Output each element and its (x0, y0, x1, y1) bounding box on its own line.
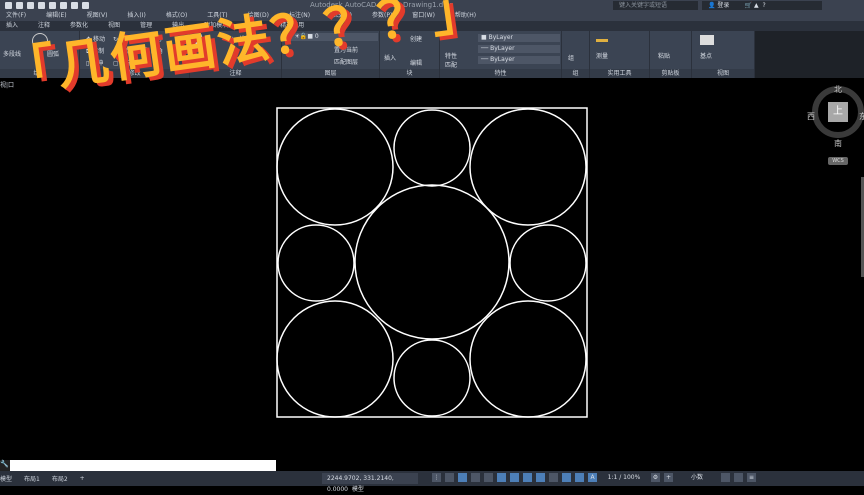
plot-icon[interactable] (60, 2, 67, 9)
plus-icon[interactable]: + (664, 473, 673, 482)
color-value: ByLayer (488, 34, 513, 41)
viewcube-top-face[interactable]: 上 (828, 102, 848, 122)
circle[interactable] (393, 339, 471, 417)
circle[interactable] (354, 184, 510, 340)
clipboard-panel: 粘贴 剪贴板 (650, 31, 692, 78)
paste-button[interactable]: 粘贴 (658, 51, 670, 60)
redo-icon[interactable] (82, 2, 89, 9)
square-outline[interactable] (276, 107, 588, 418)
circle[interactable] (276, 108, 394, 226)
quick-access-toolbar (0, 2, 89, 9)
utilities-panel: 测量 实用工具 (590, 31, 650, 78)
properties-icon[interactable] (721, 473, 730, 482)
compass-east[interactable]: 东 (859, 111, 864, 122)
measure-button[interactable]: 测量 (596, 51, 608, 60)
search-input[interactable]: 键入关键字或短语 (613, 1, 698, 10)
lineweight-dropdown[interactable]: ── ByLayer (478, 56, 560, 64)
base-point-icon (700, 35, 714, 45)
new-icon[interactable] (5, 2, 12, 9)
menu-item[interactable]: 文件(F) (0, 11, 32, 21)
view-panel: 基点 视图 (692, 31, 755, 78)
annotation-visibility-icon[interactable]: A (588, 473, 597, 482)
command-input[interactable] (10, 460, 276, 471)
lineweight-value: ByLayer (490, 56, 515, 63)
snap-icon[interactable] (445, 473, 454, 482)
login-label: 登录 (717, 2, 730, 9)
help-icon[interactable]: ? (762, 2, 765, 9)
model-tab[interactable]: 模型 (0, 474, 12, 483)
edit-block-button[interactable]: 编辑 (410, 58, 422, 67)
save-icon[interactable] (27, 2, 34, 9)
circle[interactable] (469, 300, 587, 418)
insert-button[interactable]: 插入 (384, 53, 396, 62)
clipboard-panel-title[interactable]: 剪贴板 (650, 69, 691, 78)
grid-icon[interactable]: ⋮ (432, 473, 441, 482)
lineweight-icon[interactable] (523, 473, 532, 482)
login-button[interactable]: 👤 登录 🛒 ▲ ? (702, 1, 822, 10)
compass-west[interactable]: 西 (807, 111, 815, 122)
circle[interactable] (509, 224, 587, 302)
view-panel-title[interactable]: 视图 (692, 69, 754, 78)
circle[interactable] (277, 224, 355, 302)
selection-cycling-icon[interactable] (549, 473, 558, 482)
compass-north[interactable]: 北 (834, 84, 842, 95)
open-icon[interactable] (16, 2, 23, 9)
base-point-button[interactable]: 基点 (700, 51, 712, 60)
dynamic-ucs-icon[interactable] (575, 473, 584, 482)
status-toggles: ⋮ A 1:1 / 100% ⚙ + 小数 ≡ (432, 473, 756, 482)
annotation-scale[interactable]: 1:1 / 100% (601, 473, 647, 482)
menu-item[interactable]: 编辑(E) (40, 11, 72, 21)
osnap-icon[interactable] (497, 473, 506, 482)
wcs-menu[interactable]: WCS (828, 157, 848, 165)
polar-icon[interactable] (471, 473, 480, 482)
fullscreen-icon[interactable] (734, 473, 743, 482)
utilities-panel-title[interactable]: 实用工具 (590, 69, 649, 78)
save-as-icon[interactable] (38, 2, 45, 9)
groups-panel: 组 组 (562, 31, 590, 78)
transparency-icon[interactable] (536, 473, 545, 482)
otrack-icon[interactable] (510, 473, 519, 482)
drawing-area[interactable] (0, 79, 864, 459)
groups-panel-title[interactable]: 组 (562, 69, 589, 78)
ortho-icon[interactable] (458, 473, 467, 482)
compass-south[interactable]: 南 (834, 138, 842, 149)
block-panel-title[interactable]: 块 (380, 69, 439, 78)
linetype-value: ByLayer (490, 45, 515, 52)
units-dropdown[interactable]: 小数 (677, 473, 717, 482)
color-dropdown[interactable]: ■ ByLayer (478, 34, 560, 42)
add-layout-button[interactable]: + (80, 475, 85, 482)
circle[interactable] (393, 109, 471, 187)
circle[interactable] (276, 300, 394, 418)
isodraft-icon[interactable] (484, 473, 493, 482)
layout2-tab[interactable]: 布局2 (52, 474, 68, 483)
wrench-icon[interactable]: 🔧 (0, 460, 10, 471)
layout1-tab[interactable]: 布局1 (24, 474, 40, 483)
gear-icon[interactable]: ⚙ (651, 473, 660, 482)
ribbon-empty (755, 31, 864, 78)
undo-icon[interactable] (71, 2, 78, 9)
match-properties-button[interactable]: 特性匹配 (445, 51, 459, 69)
measure-icon (596, 39, 608, 42)
3d-osnap-icon[interactable] (562, 473, 571, 482)
group-button[interactable]: 组 (568, 53, 574, 62)
properties-panel-title[interactable]: 特性 (440, 69, 561, 78)
layers-panel-title[interactable]: 图层 (282, 69, 379, 78)
publish-icon[interactable] (49, 2, 56, 9)
model-space-button[interactable]: 模型 (352, 486, 364, 493)
coordinates-readout[interactable]: 2244.9702, 331.2140, 0.0000 模型 (322, 473, 418, 493)
linetype-dropdown[interactable]: ── ByLayer (478, 45, 560, 53)
customize-icon[interactable]: ≡ (747, 473, 756, 482)
